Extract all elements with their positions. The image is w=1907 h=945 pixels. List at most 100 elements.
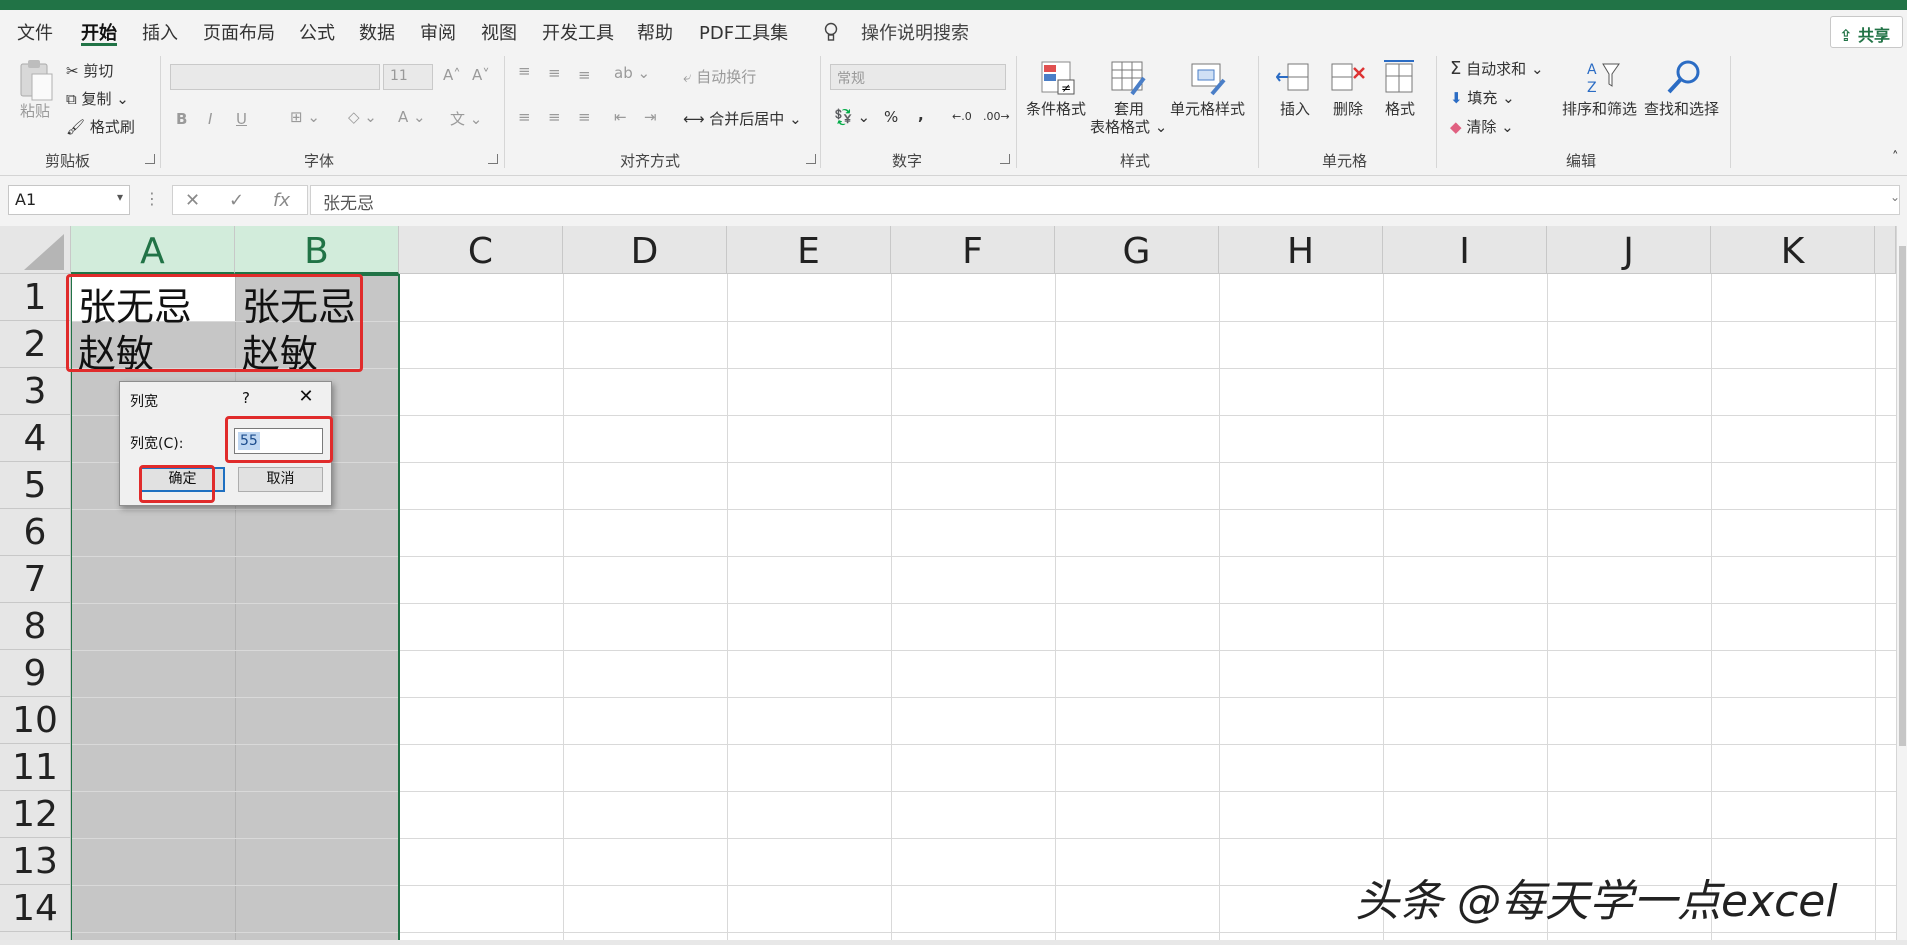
tab-help[interactable]: 帮助	[637, 19, 673, 45]
worksheet-grid[interactable]: A B C D E F G H I J K 1 2 3 4 5 6 7 8 9 …	[0, 226, 1907, 945]
row-header[interactable]: 1	[0, 274, 71, 321]
format-cells-icon[interactable]	[1382, 58, 1418, 96]
find-select-button[interactable]: 查找和选择	[1644, 98, 1719, 119]
row-header[interactable]: 8	[0, 603, 71, 650]
formula-input[interactable]: 张无忌	[310, 185, 1900, 215]
column-header[interactable]: E	[727, 226, 891, 274]
alignment-launcher-icon[interactable]	[806, 154, 816, 164]
find-select-icon[interactable]	[1664, 58, 1704, 98]
align-right-icon[interactable]: ≡	[578, 108, 591, 126]
row-header[interactable]: 3	[0, 368, 71, 415]
accounting-format-icon[interactable]: 💱 ⌄	[834, 108, 870, 126]
underline-button[interactable]: U	[236, 110, 247, 128]
horizontal-scrollbar[interactable]	[0, 940, 1907, 945]
tab-review[interactable]: 审阅	[420, 19, 456, 45]
number-launcher-icon[interactable]	[1000, 154, 1010, 164]
conditional-format-button[interactable]: 条件格式	[1026, 98, 1086, 119]
row-header[interactable]: 12	[0, 791, 71, 838]
cell-styles-button[interactable]: 单元格样式	[1170, 98, 1245, 119]
column-header[interactable]: J	[1547, 226, 1711, 274]
column-header[interactable]: G	[1055, 226, 1219, 274]
cancel-icon[interactable]: ✕	[185, 190, 200, 211]
wrap-text-button[interactable]: ⤶ 自动换行	[683, 66, 756, 87]
delete-cells-button[interactable]: 删除	[1333, 98, 1363, 119]
font-name-combo[interactable]	[170, 64, 380, 90]
column-header[interactable]: I	[1383, 226, 1547, 274]
tab-formulas[interactable]: 公式	[299, 19, 335, 45]
tab-file[interactable]: 文件	[17, 19, 53, 45]
row-header[interactable]: 13	[0, 838, 71, 885]
tab-developer[interactable]: 开发工具	[542, 19, 614, 45]
format-painter-button[interactable]: 🖌 格式刷	[66, 116, 135, 137]
column-header[interactable]: C	[399, 226, 563, 274]
borders-icon[interactable]: ⊞ ⌄	[290, 108, 320, 126]
increase-decimal-icon[interactable]: ←.0	[952, 110, 972, 123]
tab-insert[interactable]: 插入	[142, 19, 178, 45]
column-header[interactable]: A	[71, 226, 235, 274]
percent-button[interactable]: %	[884, 108, 898, 126]
row-header[interactable]: 14	[0, 885, 71, 932]
row-header[interactable]: 9	[0, 650, 71, 697]
tab-page-layout[interactable]: 页面布局	[203, 19, 275, 45]
share-button[interactable]: ⇪ 共享	[1830, 16, 1903, 48]
tab-view[interactable]: 视图	[481, 19, 517, 45]
close-icon[interactable]: ✕	[292, 386, 320, 410]
row-header[interactable]: 2	[0, 321, 71, 368]
column-header[interactable]: B	[235, 226, 399, 274]
decrease-decimal-icon[interactable]: .00→	[983, 110, 1010, 123]
insert-function-icon[interactable]: fx	[273, 190, 290, 211]
align-left-icon[interactable]: ≡	[518, 108, 531, 126]
insert-cells-button[interactable]: 插入	[1280, 98, 1310, 119]
decrease-font-icon[interactable]: A˅	[472, 66, 490, 84]
insert-cells-icon[interactable]	[1276, 60, 1312, 96]
comma-button[interactable]: ,	[918, 106, 924, 124]
font-color-icon[interactable]: A ⌄	[398, 108, 426, 126]
fill-button[interactable]: ⬇ 填充 ⌄	[1450, 87, 1515, 108]
delete-cells-icon[interactable]	[1330, 60, 1366, 96]
sort-filter-icon[interactable]: AZ	[1585, 58, 1621, 98]
align-center-icon[interactable]: ≡	[548, 108, 561, 126]
scroll-thumb[interactable]	[1899, 246, 1906, 746]
fill-color-icon[interactable]: ◇ ⌄	[348, 108, 377, 126]
cut-button[interactable]: ✂ 剪切	[66, 60, 113, 81]
column-header[interactable]: F	[891, 226, 1055, 274]
column-header[interactable]: D	[563, 226, 727, 274]
row-header[interactable]: 5	[0, 462, 71, 509]
clear-button[interactable]: ◆ 清除 ⌄	[1450, 116, 1514, 137]
phonetic-icon[interactable]: 文 ⌄	[450, 108, 482, 129]
font-size-combo[interactable]: 11	[383, 64, 433, 90]
conditional-format-icon[interactable]: ≠	[1040, 60, 1076, 96]
row-header[interactable]: 10	[0, 697, 71, 744]
cell-styles-icon[interactable]	[1190, 60, 1226, 96]
format-as-table-button[interactable]: 表格格式 ⌄	[1090, 116, 1167, 137]
collapse-ribbon-icon[interactable]: ˄	[1892, 150, 1899, 165]
cancel-button[interactable]: 取消	[238, 467, 323, 492]
bold-button[interactable]: B	[176, 110, 187, 128]
orientation-icon[interactable]: ab ⌄	[614, 64, 650, 82]
increase-indent-icon[interactable]: ⇥	[644, 108, 657, 126]
row-header[interactable]: 6	[0, 509, 71, 556]
sort-filter-button[interactable]: 排序和筛选	[1562, 98, 1637, 119]
align-middle-icon[interactable]: ≡	[548, 64, 561, 82]
font-launcher-icon[interactable]	[488, 154, 498, 164]
row-header[interactable]: 11	[0, 744, 71, 791]
align-top-icon[interactable]: ≡	[518, 62, 531, 80]
help-button[interactable]: ?	[242, 389, 250, 407]
column-header[interactable]: H	[1219, 226, 1383, 274]
number-format-combo[interactable]: 常规	[830, 64, 1006, 90]
align-bottom-icon[interactable]: ≡	[578, 66, 591, 84]
row-header[interactable]: 4	[0, 415, 71, 462]
tab-data[interactable]: 数据	[359, 19, 395, 45]
row-header[interactable]: 7	[0, 556, 71, 603]
format-cells-button[interactable]: 格式	[1385, 98, 1415, 119]
name-box[interactable]: A1 ▾	[8, 185, 130, 215]
vertical-scrollbar[interactable]	[1896, 226, 1907, 945]
increase-font-icon[interactable]: A˄	[443, 66, 461, 84]
merge-center-button[interactable]: ⟷ 合并后居中 ⌄	[683, 108, 802, 129]
select-all-corner[interactable]	[0, 226, 71, 274]
italic-button[interactable]: I	[208, 110, 212, 128]
paste-button[interactable]: 粘贴	[20, 100, 50, 121]
copy-button[interactable]: ⧉ 复制 ⌄	[66, 88, 129, 109]
tab-pdf-tools[interactable]: PDF工具集	[699, 19, 788, 45]
autosum-button[interactable]: Σ 自动求和 ⌄	[1450, 58, 1544, 79]
